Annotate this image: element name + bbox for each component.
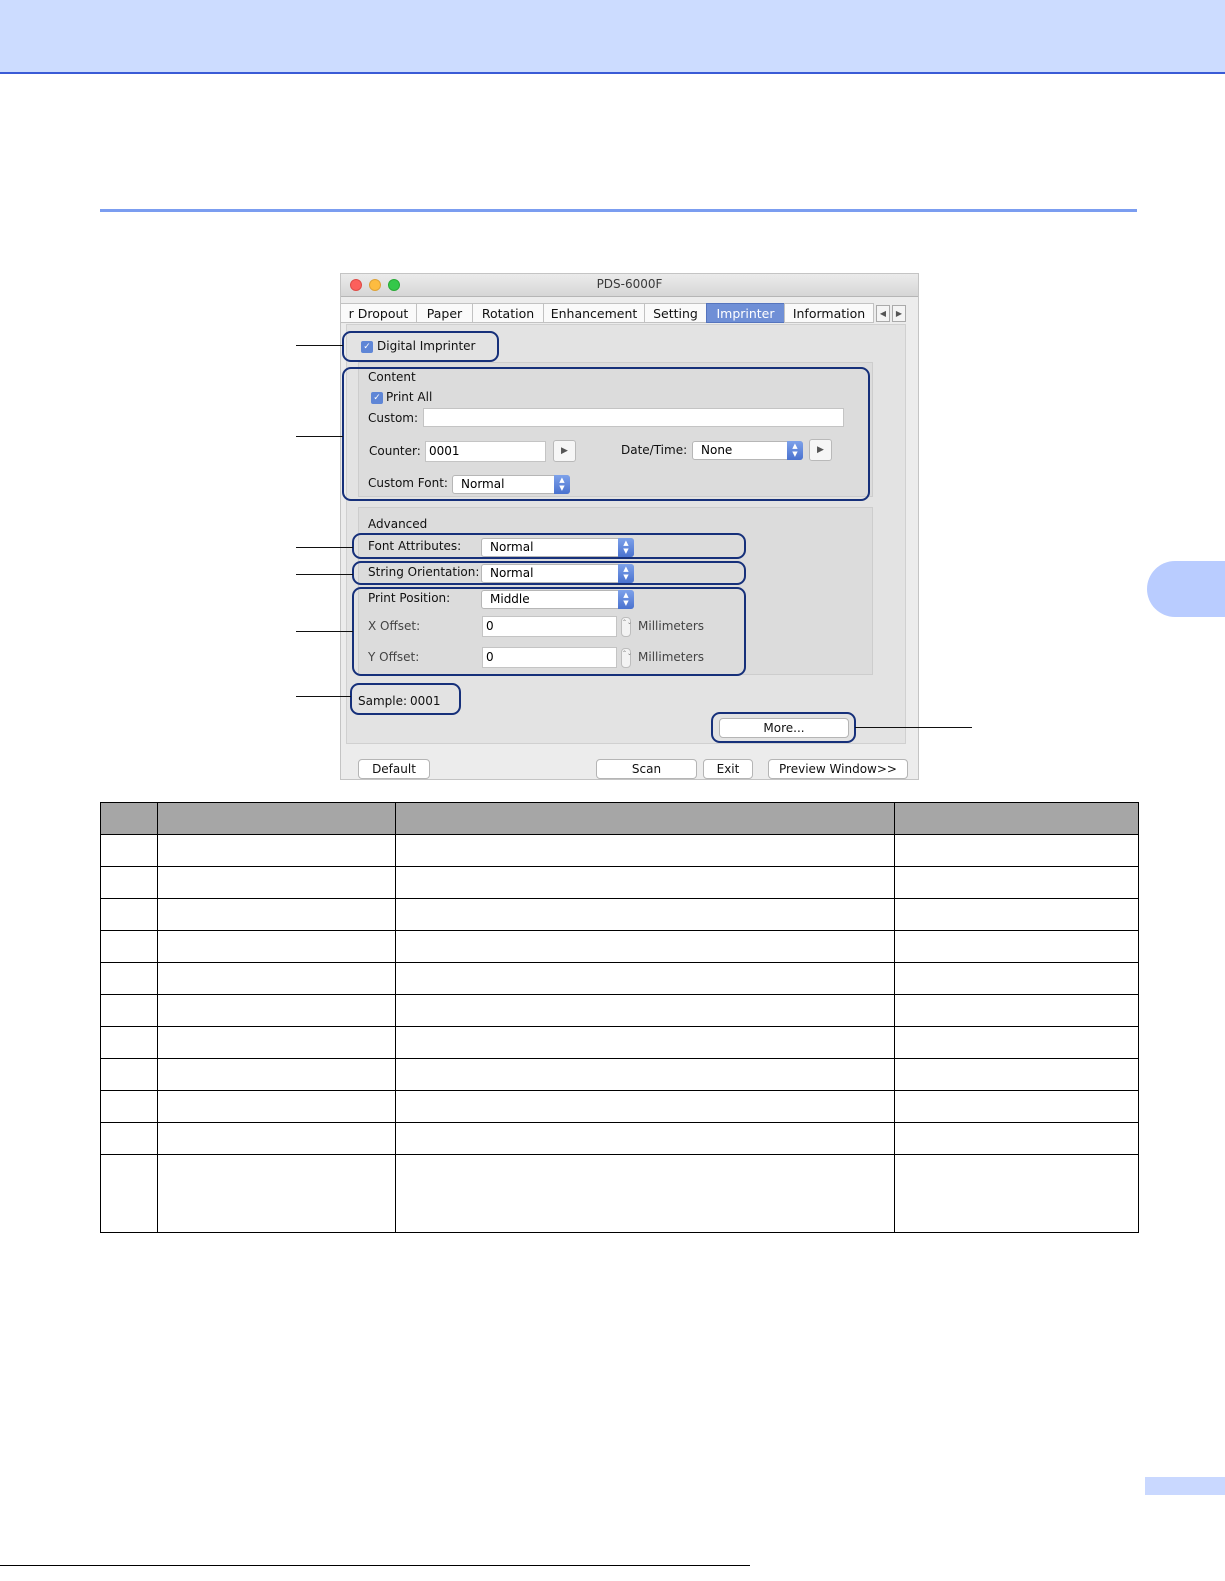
table-row xyxy=(100,1058,1139,1091)
tab-scroll-right-icon[interactable]: ▶ xyxy=(892,305,906,322)
table-row xyxy=(100,1122,1139,1155)
callout-digital-imprinter xyxy=(342,331,499,362)
footer-rule xyxy=(0,1565,750,1566)
section-rule xyxy=(100,209,1137,212)
chapter-tab xyxy=(1147,561,1225,617)
table-cell xyxy=(894,994,1139,1027)
callout-print-position xyxy=(352,587,746,676)
table-cell xyxy=(100,1026,158,1059)
page-number-tab xyxy=(1145,1477,1225,1495)
table-cell xyxy=(100,994,158,1027)
callout-string-orientation xyxy=(352,561,746,585)
leader-line-4 xyxy=(296,574,353,575)
table-cell xyxy=(395,1058,895,1091)
table-cell xyxy=(395,994,895,1027)
table-cell xyxy=(157,962,396,995)
table-cell xyxy=(894,1154,1139,1233)
table-cell xyxy=(894,834,1139,867)
preview-window-button[interactable]: Preview Window>> xyxy=(768,759,908,779)
table-cell xyxy=(894,1026,1139,1059)
tab-scroll-left-icon[interactable]: ◀ xyxy=(876,305,890,322)
table-row xyxy=(100,866,1139,899)
table-cell xyxy=(894,962,1139,995)
tab-paper[interactable]: Paper xyxy=(416,303,473,323)
table-cell xyxy=(894,898,1139,931)
table-cell xyxy=(100,898,158,931)
tab-bar: r Dropout Paper Rotation Enhancement Set… xyxy=(341,303,911,323)
table-cell xyxy=(100,834,158,867)
table-row xyxy=(100,1154,1139,1233)
tab-imprinter[interactable]: Imprinter xyxy=(706,303,785,323)
table-cell xyxy=(157,1154,396,1233)
table-cell xyxy=(894,930,1139,963)
table-cell xyxy=(100,962,158,995)
exit-button[interactable]: Exit xyxy=(703,759,753,779)
settings-table xyxy=(100,802,1139,1233)
callout-font-attributes xyxy=(352,533,746,559)
table-cell xyxy=(100,1122,158,1155)
table-cell xyxy=(894,1090,1139,1123)
table-cell xyxy=(157,1122,396,1155)
callout-content xyxy=(342,367,870,501)
table-row xyxy=(100,994,1139,1027)
table-cell xyxy=(395,834,895,867)
table-cell xyxy=(395,962,895,995)
tab-enhancement[interactable]: Enhancement xyxy=(543,303,645,323)
header-band xyxy=(0,0,1225,74)
table-row xyxy=(100,898,1139,931)
tab-color-dropout[interactable]: r Dropout xyxy=(341,303,417,323)
table-cell xyxy=(395,898,895,931)
table-cell xyxy=(100,1154,158,1233)
table-cell xyxy=(100,866,158,899)
table-cell xyxy=(100,1090,158,1123)
callout-more xyxy=(711,712,856,743)
window-title: PDS-6000F xyxy=(596,277,663,291)
scan-button[interactable]: Scan xyxy=(596,759,697,779)
table-cell xyxy=(395,866,895,899)
title-bar: PDS-6000F xyxy=(341,274,918,297)
table-cell xyxy=(894,1058,1139,1091)
table-cell xyxy=(157,930,396,963)
table-cell xyxy=(157,1058,396,1091)
table-cell xyxy=(395,1090,895,1123)
table-cell xyxy=(157,834,396,867)
leader-line-3 xyxy=(296,547,353,548)
callout-sample xyxy=(350,683,461,715)
table-cell xyxy=(157,866,396,899)
tab-setting[interactable]: Setting xyxy=(644,303,707,323)
table-cell xyxy=(157,1090,396,1123)
table-row xyxy=(100,930,1139,963)
table-cell xyxy=(157,994,396,1027)
default-button[interactable]: Default xyxy=(358,759,430,779)
table-row xyxy=(100,962,1139,995)
table-cell xyxy=(100,930,158,963)
leader-line-1 xyxy=(296,345,343,346)
table-cell xyxy=(894,866,1139,899)
leader-line-5 xyxy=(296,631,353,632)
table-cell xyxy=(395,1154,895,1233)
table-header-cell xyxy=(894,802,1139,835)
table-row xyxy=(100,834,1139,867)
table-cell xyxy=(395,1122,895,1155)
table-header-cell xyxy=(395,802,895,835)
table-cell xyxy=(100,1058,158,1091)
leader-line-2 xyxy=(296,436,343,437)
leader-line-7 xyxy=(855,727,972,728)
table-cell xyxy=(894,1122,1139,1155)
table-header-row xyxy=(100,802,1139,835)
table-cell xyxy=(395,930,895,963)
advanced-group-title: Advanced xyxy=(368,517,428,531)
table-header-cell xyxy=(157,802,396,835)
tab-information[interactable]: Information xyxy=(784,303,874,323)
table-header-cell xyxy=(100,802,158,835)
table-cell xyxy=(395,1026,895,1059)
table-row xyxy=(100,1090,1139,1123)
tab-rotation[interactable]: Rotation xyxy=(472,303,544,323)
table-cell xyxy=(157,898,396,931)
table-cell xyxy=(157,1026,396,1059)
leader-line-6 xyxy=(296,696,351,697)
table-row xyxy=(100,1026,1139,1059)
